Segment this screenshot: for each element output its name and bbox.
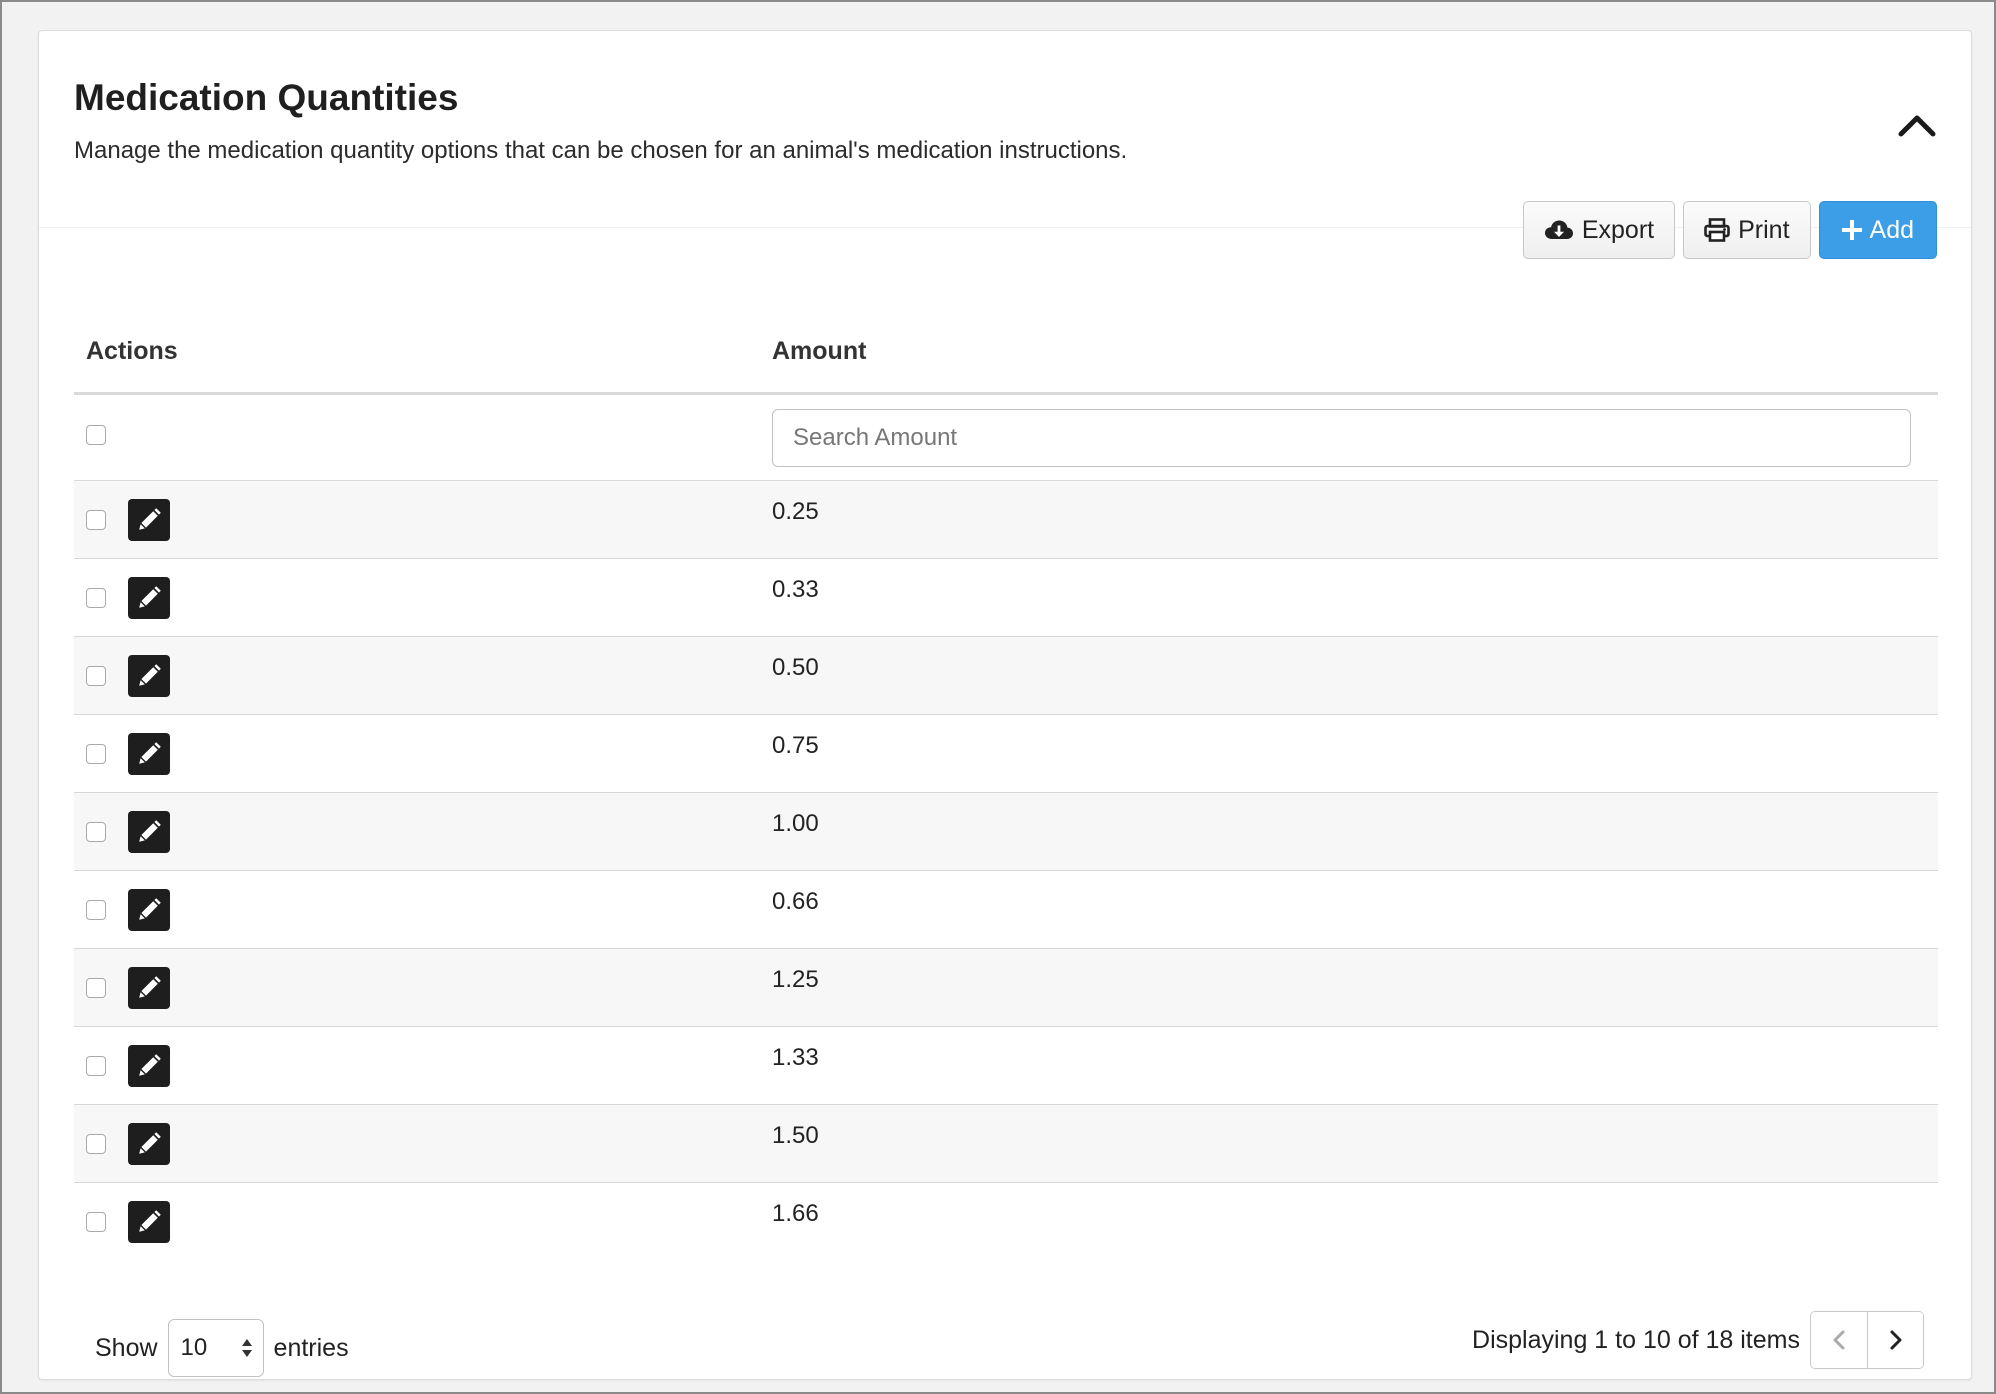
row-checkbox[interactable] [86,1212,106,1232]
row-checkbox[interactable] [86,1055,106,1076]
amount-cell: 1.66 [772,1200,819,1227]
quantities-table: Actions Amount 0.25 0.33 0.50 0.75 1.00 0.66 1… [74,311,1938,1261]
plus-icon [1841,220,1862,240]
page-size-value: 10 [180,1334,208,1361]
export-button[interactable]: Export [1522,201,1676,259]
table-row: 0.50 [74,637,1938,715]
table-header: Actions Amount [74,311,1938,395]
medication-quantities-panel: Medication Quantities Manage the medicat… [38,30,1972,1380]
page-title: Medication Quantities [74,77,459,118]
edit-button[interactable] [128,498,170,541]
pagination-summary: Displaying 1 to 10 of 18 items [1472,1325,1800,1354]
table-row: 0.66 [74,871,1938,949]
pencil-icon [139,1053,161,1076]
toolbar: Export Print Add [1522,201,1937,259]
row-checkbox[interactable] [86,821,106,842]
table-body: 0.25 0.33 0.50 0.75 1.00 0.66 1.25 1.33 1.50 1.66 [74,481,1938,1261]
amount-column-header[interactable]: Amount [772,337,1938,366]
table-row: 1.66 [74,1183,1938,1261]
cloud-download-icon [1544,220,1573,239]
table-row: 0.33 [74,559,1938,637]
pencil-icon [139,741,161,764]
amount-cell: 0.33 [772,576,819,603]
pencil-icon [139,975,161,998]
select-all-checkbox[interactable] [86,425,106,445]
pencil-icon [139,1210,161,1232]
edit-button[interactable] [128,654,170,697]
row-checkbox[interactable] [86,587,106,608]
add-label: Add [1869,215,1914,244]
table-row: 1.50 [74,1105,1938,1183]
table-row: 0.75 [74,715,1938,793]
amount-cell: 0.75 [772,732,819,759]
actions-column-header: Actions [86,337,178,365]
pencil-icon [139,663,161,686]
edit-button[interactable] [128,576,170,619]
edit-button[interactable] [128,1044,170,1087]
pencil-icon [139,585,161,608]
printer-icon [1704,218,1730,242]
export-label: Export [1581,215,1655,244]
window-frame: Medication Quantities Manage the medicat… [0,0,1996,1394]
search-amount-input[interactable] [772,408,1911,467]
pager-buttons [1810,1311,1924,1369]
edit-button[interactable] [128,810,170,853]
chevron-left-icon [1833,1330,1845,1350]
add-button[interactable]: Add [1818,201,1937,259]
collapse-panel-button[interactable] [1893,107,1941,143]
amount-cell: 0.25 [772,498,819,525]
select-arrows-icon [241,1339,252,1357]
entries-label: entries [273,1333,349,1362]
page-description: Manage the medication quantity options t… [74,137,1128,164]
row-checkbox[interactable] [86,509,106,530]
page-size-control: Show 10 entries [95,1319,349,1377]
edit-button[interactable] [128,732,170,775]
table-row: 0.25 [74,481,1938,559]
edit-button[interactable] [128,888,170,931]
amount-cell: 1.00 [772,810,819,837]
edit-button[interactable] [128,966,170,1009]
pencil-icon [139,507,161,530]
edit-button[interactable] [128,1122,170,1165]
amount-cell: 0.50 [772,654,819,681]
chevron-right-icon [1890,1330,1901,1350]
pagination: Displaying 1 to 10 of 18 items [1472,1311,1924,1369]
edit-button[interactable] [128,1201,170,1243]
row-checkbox[interactable] [86,743,106,764]
row-checkbox[interactable] [86,1133,106,1154]
print-button[interactable]: Print [1683,201,1811,259]
amount-cell: 0.66 [772,888,819,915]
table-footer: Show 10 entries Displaying 1 to 10 of 18… [74,1311,1938,1377]
previous-page-button[interactable] [1811,1312,1867,1368]
filter-row [74,395,1938,481]
amount-cell: 1.25 [772,966,819,993]
next-page-button[interactable] [1867,1312,1923,1368]
print-label: Print [1738,215,1790,244]
row-checkbox[interactable] [86,977,106,998]
page-size-select[interactable]: 10 [167,1319,264,1377]
row-checkbox[interactable] [86,899,106,920]
amount-cell: 1.33 [772,1044,819,1071]
show-label: Show [95,1333,158,1362]
row-checkbox[interactable] [86,665,106,686]
pencil-icon [139,897,161,920]
pencil-icon [139,1131,161,1154]
amount-cell: 1.50 [772,1122,819,1149]
table-row: 1.00 [74,793,1938,871]
chevron-up-icon [1898,115,1936,137]
table-row: 1.33 [74,1027,1938,1105]
pencil-icon [139,819,161,842]
table-row: 1.25 [74,949,1938,1027]
